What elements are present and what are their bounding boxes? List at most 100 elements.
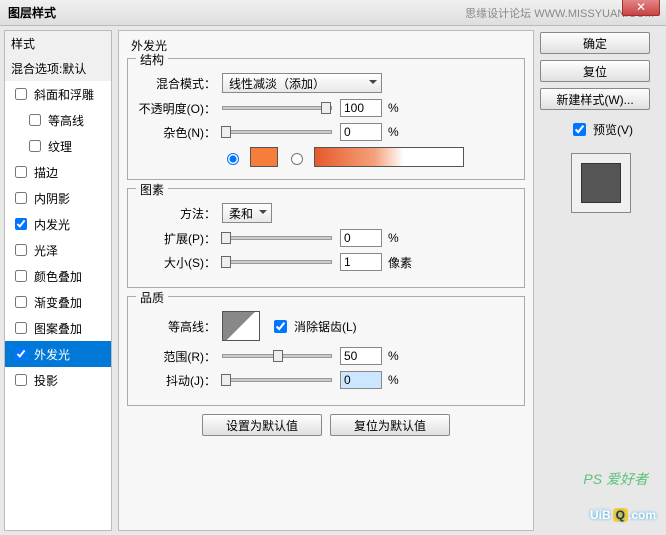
panel-title: 外发光 [127, 31, 525, 54]
style-item-3[interactable]: 描边 [5, 159, 111, 185]
spread-label: 扩展(P)： [136, 230, 222, 247]
range-unit: % [388, 349, 418, 363]
size-unit: 像素 [388, 254, 418, 271]
dialog-body: 样式 混合选项:默认 斜面和浮雕等高线纹理描边内阴影内发光光泽颜色叠加渐变叠加图… [0, 26, 666, 535]
style-item-7[interactable]: 颜色叠加 [5, 263, 111, 289]
opacity-slider[interactable] [222, 106, 332, 110]
spread-input[interactable] [340, 229, 382, 247]
style-item-label: 投影 [34, 372, 58, 389]
solid-color-radio[interactable] [227, 153, 239, 165]
element-legend: 图素 [136, 181, 168, 198]
range-label: 范围(R)： [136, 348, 222, 365]
right-panel: 确定 复位 新建样式(W)... 预览(V) [540, 30, 662, 531]
style-checkbox[interactable] [15, 374, 27, 386]
size-input[interactable] [340, 253, 382, 271]
noise-input[interactable] [340, 123, 382, 141]
style-item-label: 光泽 [34, 242, 58, 259]
style-item-label: 图案叠加 [34, 320, 82, 337]
watermark-uibq: UiBQ.com [590, 502, 656, 525]
jitter-input[interactable] [340, 371, 382, 389]
group-quality: 品质 等高线： 消除锯齿(L) 范围(R)： % 抖动(J)： [127, 296, 525, 406]
jitter-unit: % [388, 373, 418, 387]
style-checkbox[interactable] [15, 270, 27, 282]
contour-label: 等高线： [136, 318, 222, 335]
style-checkbox[interactable] [15, 192, 27, 204]
gradient-radio[interactable] [291, 153, 303, 165]
watermark-psahz: PS 爱好者 [583, 469, 648, 489]
style-checkbox[interactable] [15, 348, 27, 360]
style-item-1[interactable]: 等高线 [5, 107, 111, 133]
close-icon: ✕ [636, 0, 646, 14]
style-checkbox[interactable] [15, 322, 27, 334]
effect-panel: 外发光 结构 混合模式： 线性减淡（添加） 不透明度(O)： % 杂色(N)： [118, 30, 534, 531]
style-item-6[interactable]: 光泽 [5, 237, 111, 263]
group-structure: 结构 混合模式： 线性减淡（添加） 不透明度(O)： % 杂色(N)： % [127, 58, 525, 180]
style-item-11[interactable]: 投影 [5, 367, 111, 393]
noise-unit: % [388, 125, 418, 139]
jitter-slider[interactable] [222, 378, 332, 382]
spread-slider[interactable] [222, 236, 332, 240]
style-item-label: 内阴影 [34, 190, 70, 207]
noise-label: 杂色(N)： [136, 124, 222, 141]
contour-picker[interactable] [222, 311, 260, 341]
preview-checkbox[interactable] [573, 123, 586, 136]
layer-style-dialog: 图层样式 思缘设计论坛 WWW.MISSYUAN.COM ✕ 样式 混合选项:默… [0, 0, 666, 535]
style-checkbox[interactable] [29, 140, 41, 152]
blend-mode-select[interactable]: 线性减淡（添加） [222, 73, 382, 93]
reset-default-button[interactable]: 复位为默认值 [330, 414, 450, 436]
structure-legend: 结构 [136, 51, 168, 68]
ok-button[interactable]: 确定 [540, 32, 650, 54]
style-item-0[interactable]: 斜面和浮雕 [5, 81, 111, 107]
size-label: 大小(S)： [136, 254, 222, 271]
opacity-unit: % [388, 101, 418, 115]
style-item-label: 颜色叠加 [34, 268, 82, 285]
style-checkbox[interactable] [15, 218, 27, 230]
noise-slider[interactable] [222, 130, 332, 134]
style-item-5[interactable]: 内发光 [5, 211, 111, 237]
style-item-label: 外发光 [34, 346, 70, 363]
style-item-9[interactable]: 图案叠加 [5, 315, 111, 341]
gradient-swatch[interactable] [314, 147, 464, 167]
quality-legend: 品质 [136, 289, 168, 306]
style-checkbox[interactable] [15, 166, 27, 178]
close-button[interactable]: ✕ [622, 0, 660, 16]
style-checkbox[interactable] [15, 88, 27, 100]
style-item-label: 斜面和浮雕 [34, 86, 94, 103]
range-input[interactable] [340, 347, 382, 365]
style-item-label: 等高线 [48, 112, 84, 129]
style-checkbox[interactable] [15, 244, 27, 256]
range-slider[interactable] [222, 354, 332, 358]
style-item-10[interactable]: 外发光 [5, 341, 111, 367]
new-style-button[interactable]: 新建样式(W)... [540, 88, 650, 110]
jitter-label: 抖动(J)： [136, 372, 222, 389]
blend-mode-label: 混合模式： [136, 75, 222, 92]
list-header-blend[interactable]: 混合选项:默认 [5, 56, 111, 81]
style-item-label: 纹理 [48, 138, 72, 155]
style-item-4[interactable]: 内阴影 [5, 185, 111, 211]
preview-swatch [581, 163, 621, 203]
color-swatch[interactable] [250, 147, 278, 167]
opacity-label: 不透明度(O)： [136, 100, 222, 117]
titlebar[interactable]: 图层样式 思缘设计论坛 WWW.MISSYUAN.COM ✕ [0, 0, 666, 26]
technique-select[interactable]: 柔和 [222, 203, 272, 223]
list-header-style[interactable]: 样式 [5, 31, 111, 56]
antialias-label: 消除锯齿(L) [294, 318, 357, 335]
styles-list: 样式 混合选项:默认 斜面和浮雕等高线纹理描边内阴影内发光光泽颜色叠加渐变叠加图… [4, 30, 112, 531]
style-item-label: 描边 [34, 164, 58, 181]
technique-label: 方法： [136, 205, 222, 222]
preview-box [571, 153, 631, 213]
spread-unit: % [388, 231, 418, 245]
size-slider[interactable] [222, 260, 332, 264]
style-checkbox[interactable] [15, 296, 27, 308]
opacity-input[interactable] [340, 99, 382, 117]
make-default-button[interactable]: 设置为默认值 [202, 414, 322, 436]
preview-label: 预览(V) [593, 121, 633, 138]
antialias-checkbox[interactable] [274, 320, 287, 333]
window-title: 图层样式 [8, 4, 465, 21]
style-item-label: 渐变叠加 [34, 294, 82, 311]
style-item-2[interactable]: 纹理 [5, 133, 111, 159]
style-checkbox[interactable] [29, 114, 41, 126]
style-item-label: 内发光 [34, 216, 70, 233]
cancel-button[interactable]: 复位 [540, 60, 650, 82]
style-item-8[interactable]: 渐变叠加 [5, 289, 111, 315]
